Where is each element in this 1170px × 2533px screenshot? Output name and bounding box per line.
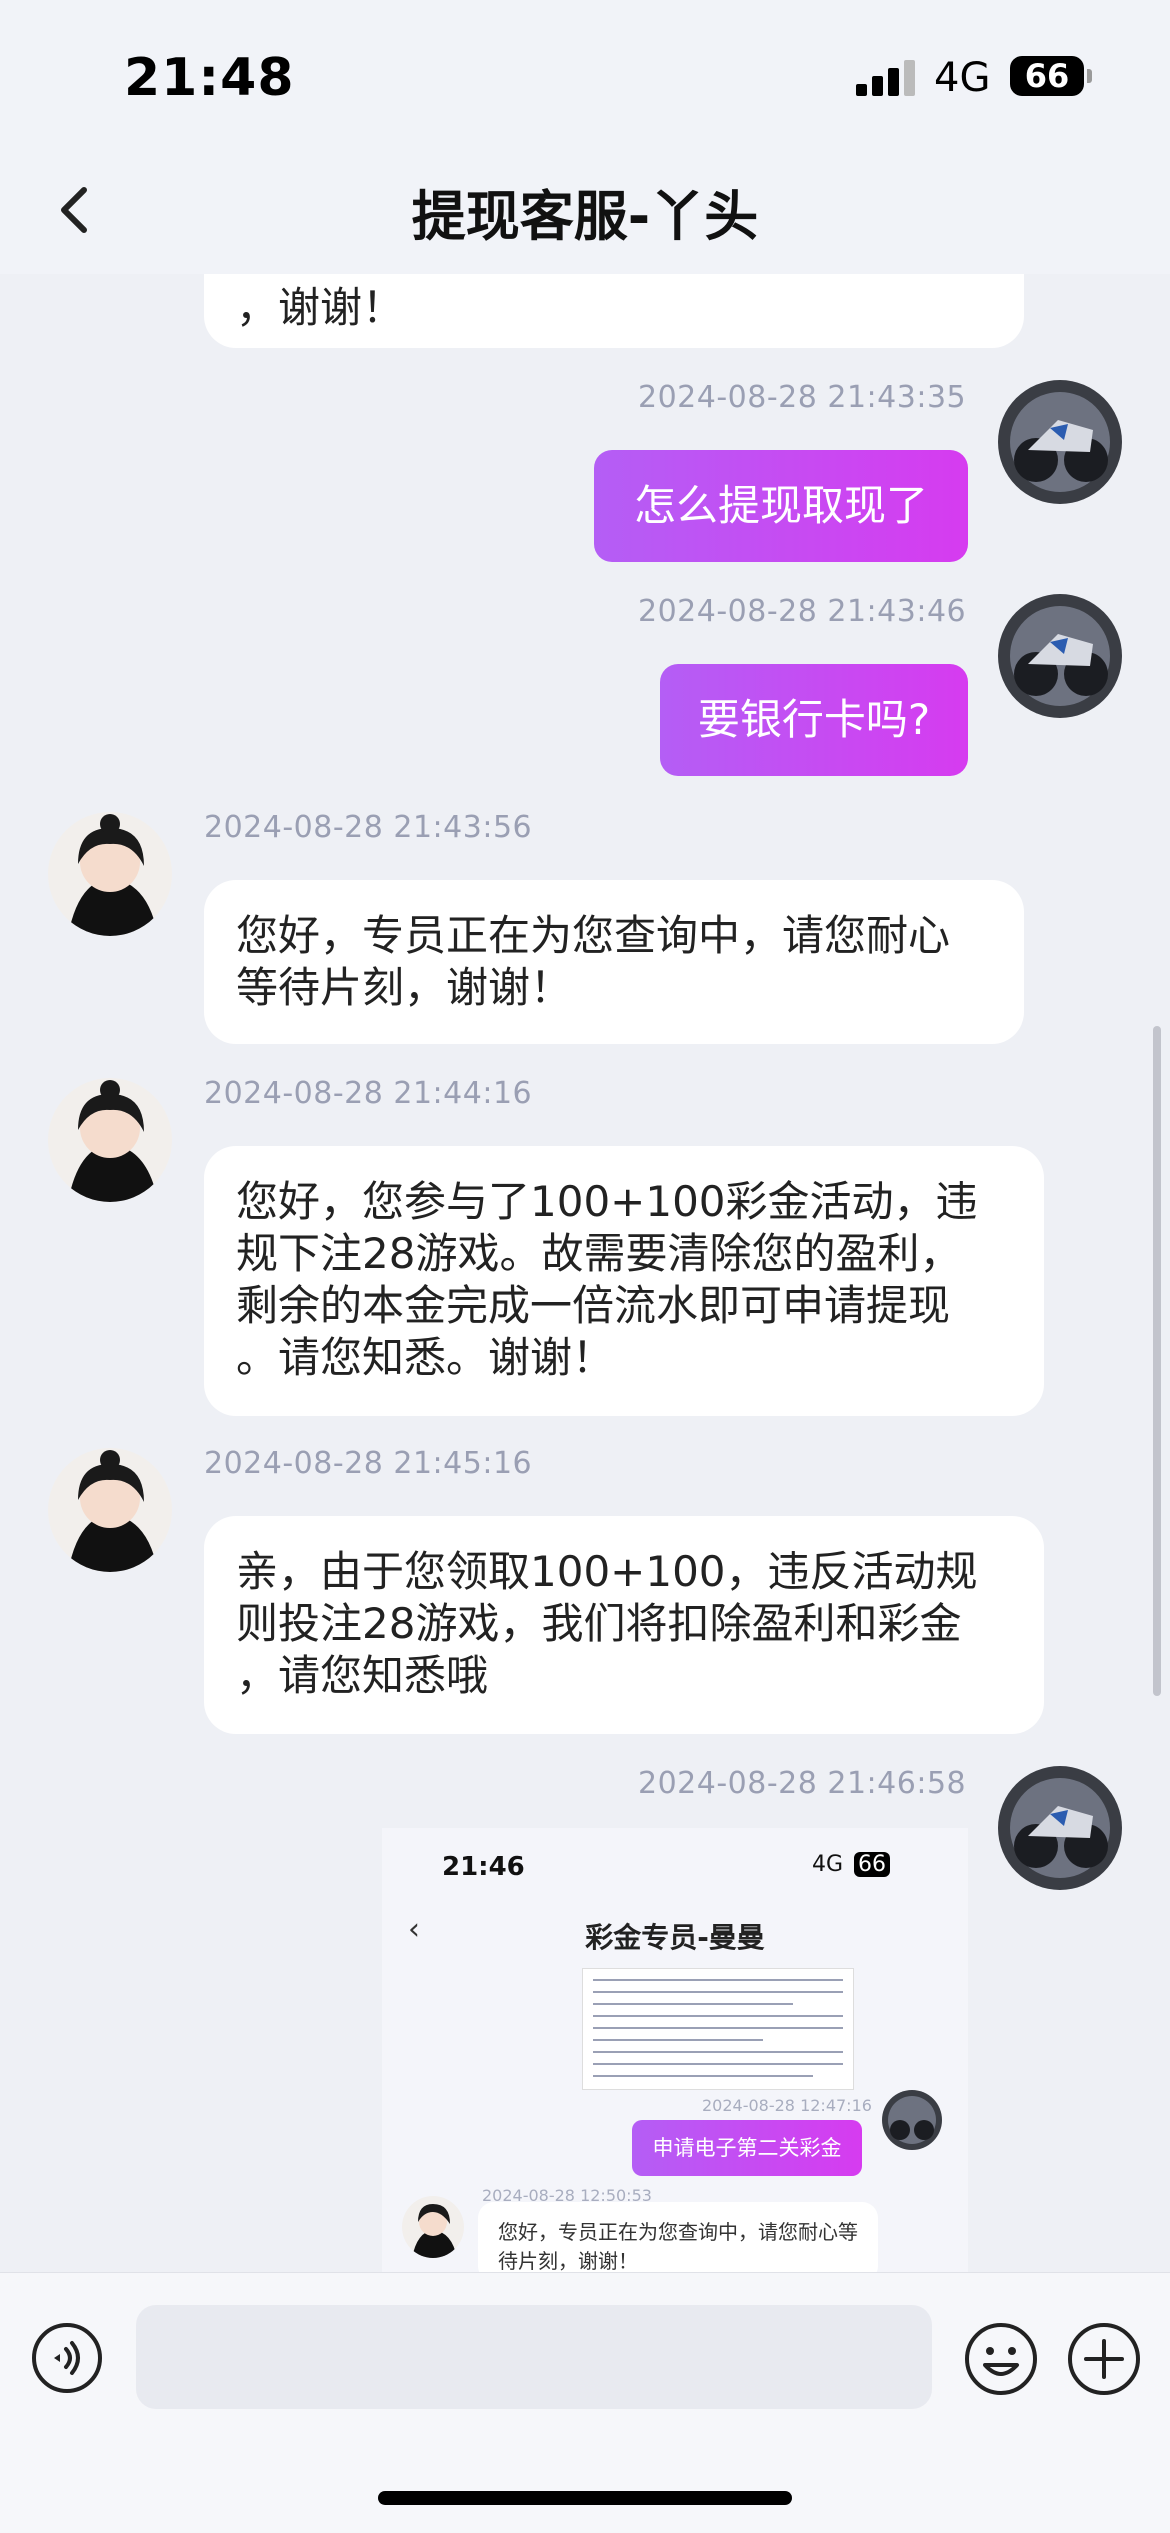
screenshot-battery: 66 xyxy=(854,1852,891,1877)
screenshot-title: 彩金专员-曼曼 xyxy=(585,1921,765,1954)
plus-icon[interactable] xyxy=(1066,2321,1142,2397)
chat-header: 提现客服-丫头 xyxy=(0,150,1170,274)
message-input[interactable] xyxy=(136,2305,932,2409)
screenshot-received-bubble: 您好，专员正在为您查询中，请您耐心等待片刻，谢谢！ xyxy=(478,2202,878,2272)
screenshot-agent-avatar xyxy=(402,2196,464,2258)
agent-avatar[interactable] xyxy=(48,1078,172,1202)
image-message[interactable]: 21:46 4G 66 ‹ 彩金专员-曼曼 2024-08-28 12:47:1… xyxy=(382,1828,968,2272)
battery-icon: 66 xyxy=(1010,56,1092,96)
user-avatar[interactable] xyxy=(998,380,1122,504)
user-avatar[interactable] xyxy=(998,594,1122,718)
message-timestamp: 2024-08-28 21:44:16 xyxy=(204,1076,533,1111)
user-avatar[interactable] xyxy=(998,1766,1122,1890)
voice-icon[interactable] xyxy=(30,2321,104,2395)
message-timestamp: 2024-08-28 21:45:16 xyxy=(204,1446,533,1481)
screenshot-network: 4G xyxy=(812,1852,844,1877)
agent-avatar[interactable] xyxy=(48,812,172,936)
message-bubble: ，谢谢！ xyxy=(204,274,1024,348)
signal-icon xyxy=(856,60,916,96)
screenshot-user-avatar xyxy=(882,2090,942,2150)
message-timestamp: 2024-08-28 21:43:46 xyxy=(638,594,967,629)
message-timestamp: 2024-08-28 21:46:58 xyxy=(638,1766,967,1801)
message-bubble: 亲，由于您领取100+100，违反活动规 则投注28游戏，我们将扣除盈利和彩金 … xyxy=(204,1516,1044,1734)
message-timestamp: 2024-08-28 21:43:35 xyxy=(638,380,967,415)
chat-area[interactable]: ，谢谢！ 2024-08-28 21:43:35 怎么提现取现了 2024-08… xyxy=(0,274,1170,2272)
agent-avatar[interactable] xyxy=(48,1448,172,1572)
screenshot-timestamp: 2024-08-28 12:47:16 xyxy=(702,2096,872,2115)
message-bubble: 您好，专员正在为您查询中，请您耐心 等待片刻，谢谢！ xyxy=(204,880,1024,1044)
page-title: 提现客服-丫头 xyxy=(411,185,759,248)
message-bubble: 您好，您参与了100+100彩金活动，违 规下注28游戏。故需要清除您的盈利， … xyxy=(204,1146,1044,1416)
message-bubble-sent: 要银行卡吗? xyxy=(660,664,968,776)
screenshot-status: 4G 66 xyxy=(812,1852,891,1877)
home-indicator[interactable] xyxy=(378,2491,792,2505)
scrollbar[interactable] xyxy=(1153,1026,1161,1696)
status-time: 21:48 xyxy=(124,48,295,108)
network-type: 4G xyxy=(934,55,991,101)
message-bubble-sent: 怎么提现取现了 xyxy=(594,450,968,562)
emoji-icon[interactable] xyxy=(963,2321,1039,2397)
message-timestamp: 2024-08-28 21:43:56 xyxy=(204,810,533,845)
screenshot-time: 21:46 xyxy=(442,1852,525,1882)
screenshot-document xyxy=(582,1968,854,2090)
status-bar: 21:48 4G 66 xyxy=(0,0,1170,150)
screenshot-sent-bubble: 申请电子第二关彩金 xyxy=(632,2120,862,2176)
